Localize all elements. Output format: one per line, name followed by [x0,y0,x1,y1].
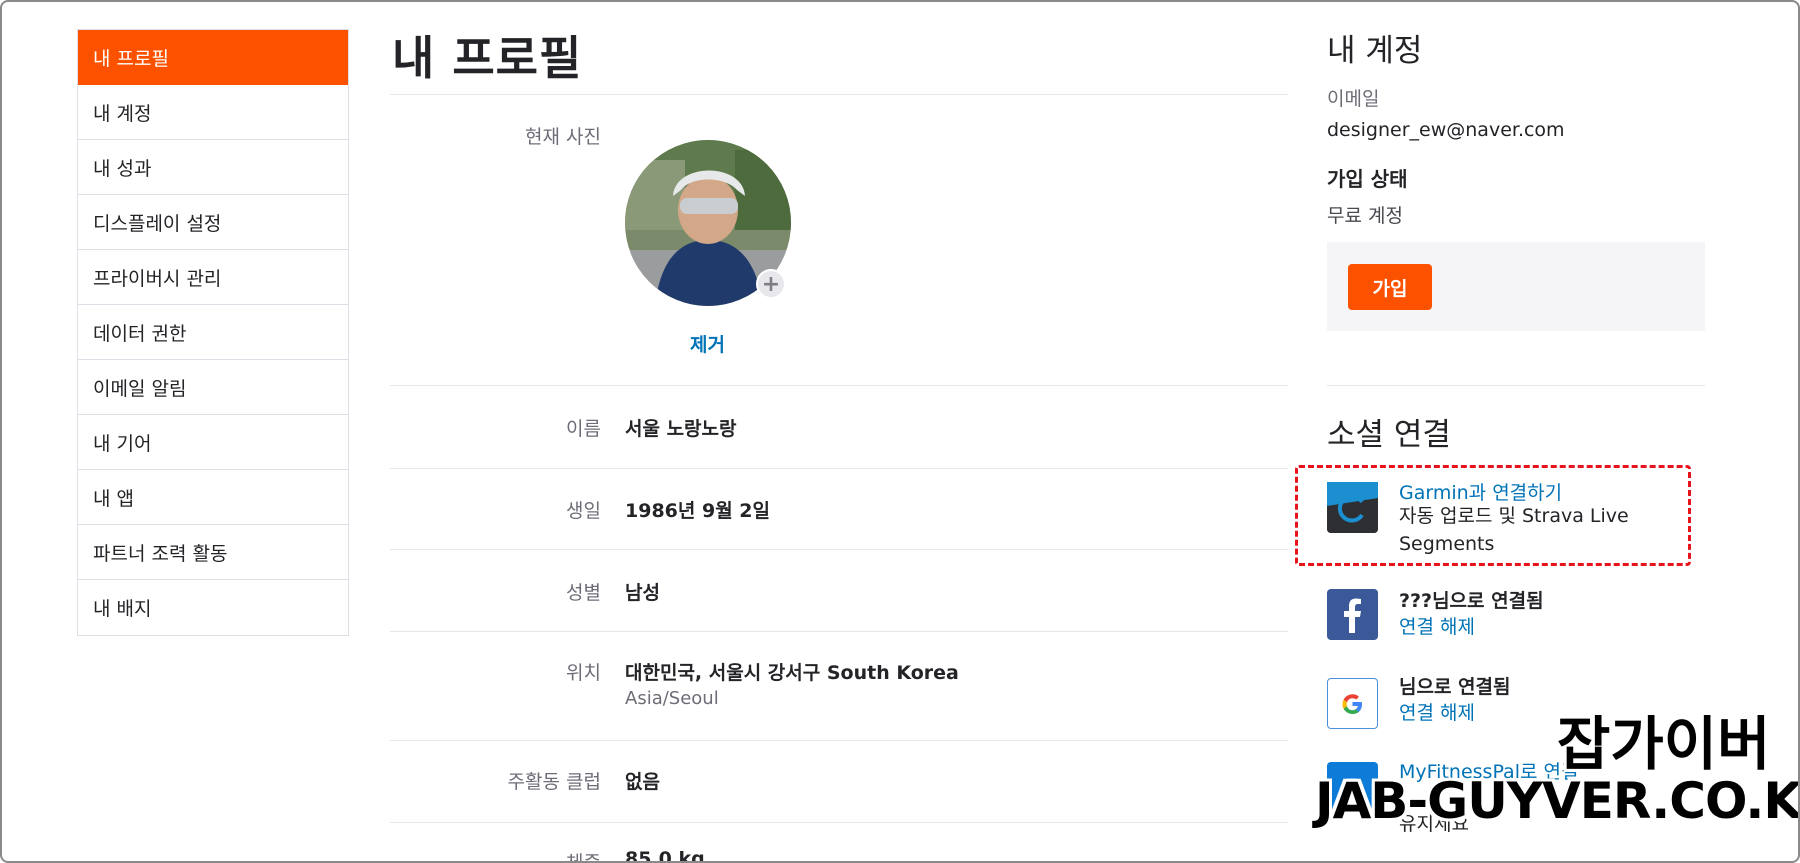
weight-label: 체중 [566,852,601,863]
divider [1327,385,1705,386]
watermark-title: 잡가이버 [1557,710,1771,778]
divider [390,631,1288,632]
google-connected-name: 님으로 연결됨 [1399,676,1511,698]
club-value[interactable]: 없음 [625,767,660,794]
divider [390,468,1288,469]
timezone-value: Asia/Seoul [625,688,719,709]
gender-value[interactable]: 남성 [625,578,660,605]
email-label: 이메일 [1327,88,1380,110]
sidebar-item-label: 내 배지 [93,598,152,620]
sidebar-item-label: 내 기어 [93,432,152,455]
sidebar-item-label: 디스플레이 설정 [93,212,222,235]
sidebar-item-my-badges[interactable]: 내 배지 [78,580,348,635]
sidebar-item-label: 내 계정 [93,102,152,125]
weight-value[interactable]: 85.0 kg [625,848,705,861]
google-disconnect-link[interactable]: 연결 해제 [1399,698,1475,725]
divider [390,740,1288,741]
name-value[interactable]: 서울 노랑노랑 [625,414,737,441]
garmin-highlight-box [1295,465,1691,566]
social-title: 소셜 연결 [1327,417,1451,453]
location-value[interactable]: 대한민국, 서울시 강서구 South Korea [625,658,959,685]
settings-sidebar: 내 프로필 내 계정 내 성과 디스플레이 설정 프라이버시 관리 데이터 권한… [77,29,349,636]
facebook-icon [1327,589,1378,640]
sidebar-item-label: 이메일 알림 [93,377,187,400]
membership-status-value: 무료 계정 [1327,205,1403,227]
browser-frame: 내 프로필 내 계정 내 성과 디스플레이 설정 프라이버시 관리 데이터 권한… [0,0,1800,863]
account-title: 내 계정 [1327,33,1423,69]
join-button[interactable]: 가입 [1348,264,1432,310]
sidebar-item-my-gear[interactable]: 내 기어 [78,415,348,470]
sidebar-item-label: 데이터 권한 [93,322,187,345]
facebook-disconnect-link[interactable]: 연결 해제 [1399,612,1475,639]
sidebar-item-display-settings[interactable]: 디스플레이 설정 [78,195,348,250]
email-value: designer_ew@naver.com [1327,119,1565,141]
subscription-box: 가입 [1327,242,1705,331]
birthday-label: 생일 [566,500,601,522]
sidebar-item-my-apps[interactable]: 내 앱 [78,470,348,525]
divider [390,385,1288,386]
sidebar-item-data-permissions[interactable]: 데이터 권한 [78,305,348,360]
watermark-url: JAB-GUYVER.CO.KR [1315,772,1800,830]
divider [390,94,1288,95]
sidebar-item-privacy[interactable]: 프라이버시 관리 [78,250,348,305]
name-label: 이름 [566,418,601,440]
photo-label: 현재 사진 [525,126,601,148]
add-photo-icon[interactable]: + [756,269,786,299]
sidebar-item-email-notifications[interactable]: 이메일 알림 [78,360,348,415]
sidebar-item-label: 내 프로필 [93,48,169,70]
sidebar-item-my-performance[interactable]: 내 성과 [78,140,348,195]
membership-status-label: 가입 상태 [1327,167,1408,191]
sidebar-item-my-account[interactable]: 내 계정 [78,85,348,140]
birthday-value[interactable]: 1986년 9월 2일 [625,496,770,523]
club-label: 주활동 클럽 [507,771,601,793]
sidebar-item-my-profile[interactable]: 내 프로필 [78,30,348,85]
remove-photo-link[interactable]: 제거 [690,330,725,357]
google-icon [1327,678,1378,729]
facebook-connected-name: ???님으로 연결됨 [1399,590,1544,612]
page-title: 내 프로필 [392,31,583,85]
divider [390,822,1288,823]
sidebar-item-label: 파트너 조력 활동 [93,542,228,565]
sidebar-item-label: 내 앱 [93,487,134,510]
divider [390,549,1288,550]
sidebar-item-partner-activities[interactable]: 파트너 조력 활동 [78,525,348,580]
gender-label: 성별 [566,582,601,604]
location-label: 위치 [566,662,601,684]
sidebar-item-label: 내 성과 [93,157,152,180]
sidebar-item-label: 프라이버시 관리 [93,267,222,290]
